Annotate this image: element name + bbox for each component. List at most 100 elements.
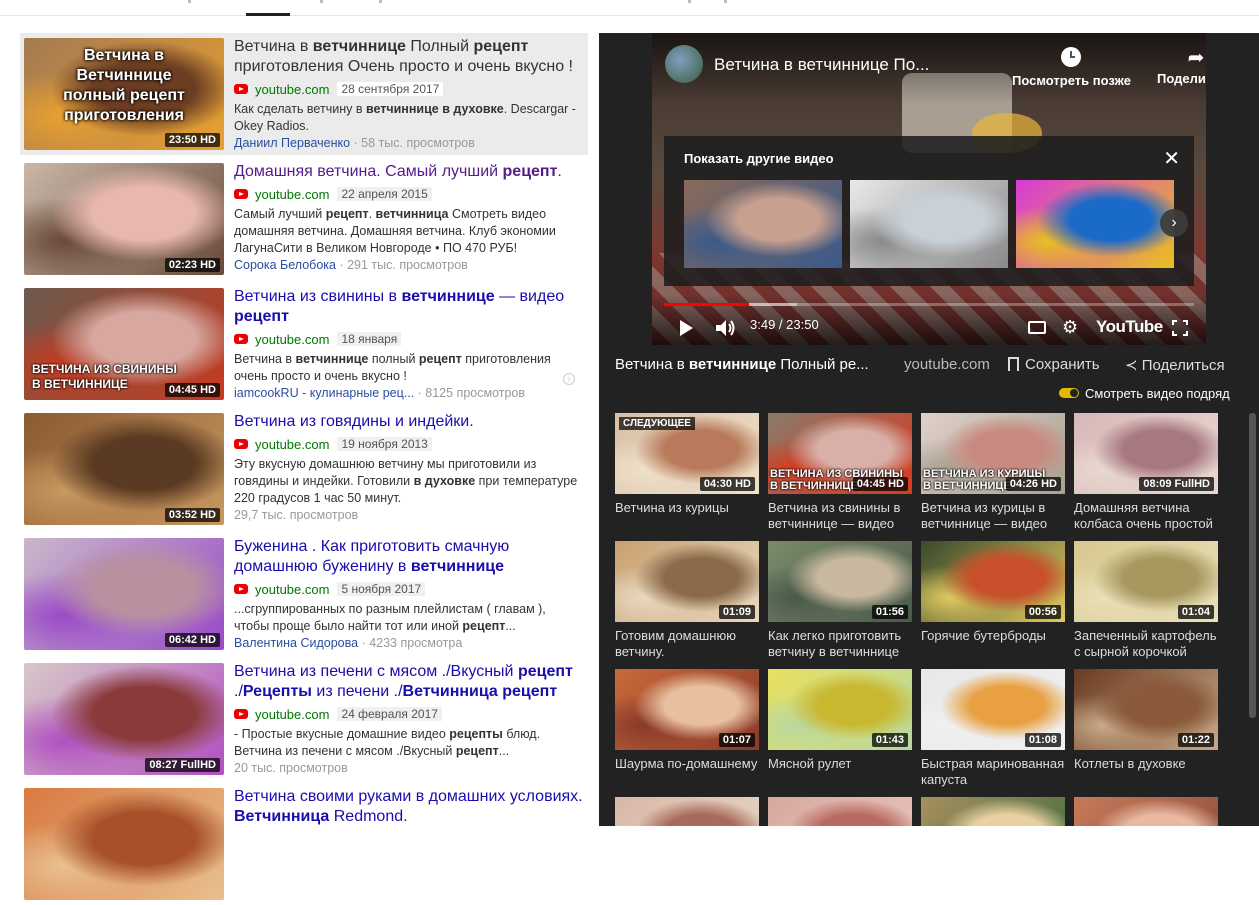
related-title[interactable]: Горячие бутерброды [921, 628, 1065, 644]
result-title-link[interactable]: Ветчина из печени с мясом ./Вкусный реце… [234, 662, 584, 702]
related-thumbnail[interactable]: 01:56 [768, 541, 912, 622]
search-result[interactable]: Ветчина своими руками в домашних условия… [20, 783, 588, 905]
source-link[interactable]: youtube.com [255, 187, 329, 202]
related-video[interactable]: 01:08 Быстрая маринованная капуста [921, 669, 1065, 788]
related-video[interactable]: 01:43 Мясной рулет [768, 669, 912, 772]
related-video[interactable]: ВЕТЧИНА ИЗ КУРИЦЫ В ВЕТЧИННИЦЕ 04:26 HD Ве… [921, 413, 1065, 532]
related-thumbnail[interactable] [615, 797, 759, 826]
result-title-link[interactable]: Ветчина из свинины в ветчиннице — видео … [234, 287, 584, 327]
video-thumbnail[interactable]: 08:27 FullHD [24, 663, 224, 775]
video-source[interactable]: youtube.com [904, 356, 990, 373]
related-thumbnail[interactable]: 01:07 [615, 669, 759, 750]
related-title[interactable]: Ветчина из курицы в ветчиннице — видео [921, 500, 1065, 532]
suggested-video-thumbnail[interactable] [684, 180, 842, 268]
video-title[interactable]: Ветчина в ветчиннице Полный ре... [615, 356, 869, 373]
volume-icon[interactable] [716, 319, 736, 337]
tab-stub[interactable] [188, 0, 191, 3]
watch-later-button[interactable]: Посмотреть позже [1012, 45, 1131, 88]
video-thumbnail[interactable]: ВЕТЧИНА ИЗ СВИНИНЫ В ВЕТЧИННИЦЕ 04:45 HD [24, 288, 224, 400]
close-icon[interactable]: ✕ [1163, 146, 1180, 171]
result-title-link[interactable]: Ветчина своими руками в домашних условия… [234, 787, 584, 827]
share-button[interactable]: ➦ Поделиться [1157, 45, 1206, 86]
play-icon[interactable] [680, 320, 693, 336]
related-video[interactable]: 01:56 Как легко приготовить ветчину в вет… [768, 541, 912, 660]
info-icon[interactable]: i [563, 373, 575, 385]
related-thumbnail[interactable]: 01:22 [1074, 669, 1218, 750]
result-title-link[interactable]: Буженина . Как приготовить смачную домаш… [234, 537, 584, 577]
author-link[interactable]: Сорока Белобока [234, 258, 336, 272]
search-result[interactable]: 03:52 HD Ветчина из говядины и индейки. yo… [20, 408, 588, 530]
related-video[interactable]: 01:07 Шаурма по-домашнему [615, 669, 759, 772]
related-video[interactable] [768, 797, 912, 826]
autoplay-toggle[interactable]: Смотреть видео подряд [1059, 386, 1230, 401]
tab-stub[interactable] [379, 0, 382, 3]
tab-stub[interactable] [688, 0, 691, 3]
related-thumbnail[interactable]: 01:08 [921, 669, 1065, 750]
related-title[interactable]: Запеченный картофель с сырной корочкой [1074, 628, 1218, 660]
related-video[interactable]: 01:09 Готовим домашнюю ветчину. [615, 541, 759, 660]
related-video[interactable]: 08:09 FullHD Домашняя ветчина колбаса оче… [1074, 413, 1218, 532]
search-result[interactable]: 06:42 HD Буженина . Как приготовить смачн… [20, 533, 588, 655]
save-button[interactable]: Сохранить [1008, 356, 1100, 373]
subtitles-icon[interactable] [1028, 321, 1046, 334]
related-title[interactable]: Быстрая маринованная капуста [921, 756, 1065, 788]
related-title[interactable]: Мясной рулет [768, 756, 912, 772]
search-result[interactable]: ВЕТЧИНА ИЗ СВИНИНЫ В ВЕТЧИННИЦЕ 04:45 HD В… [20, 283, 588, 405]
suggested-video-thumbnail[interactable] [850, 180, 1008, 268]
related-video[interactable] [1074, 797, 1218, 826]
video-thumbnail[interactable]: Ветчина в Ветчиннице полный рецепт приго… [24, 38, 224, 150]
progress-bar[interactable] [664, 303, 1194, 306]
video-thumbnail[interactable] [24, 788, 224, 900]
video-thumbnail[interactable]: 02:23 HD [24, 163, 224, 275]
source-link[interactable]: youtube.com [255, 82, 329, 97]
result-title-link[interactable]: Домашняя ветчина. Самый лучший рецепт. [234, 162, 584, 182]
suggested-video-thumbnail[interactable] [1016, 180, 1174, 268]
related-thumbnail[interactable]: 01:09 [615, 541, 759, 622]
share-link-button[interactable]: ≺ Поделиться [1125, 356, 1225, 374]
search-result[interactable]: Ветчина в Ветчиннице полный рецепт приго… [20, 33, 588, 155]
gear-icon[interactable]: ⚙ [1062, 317, 1078, 338]
tab-stub[interactable] [724, 0, 727, 3]
related-thumbnail[interactable]: ВЕТЧИНА ИЗ СВИНИНЫ В ВЕТЧИННИЦЕ 04:45 HD [768, 413, 912, 494]
related-thumbnail[interactable] [1074, 797, 1218, 826]
tab-stub[interactable] [320, 0, 323, 3]
related-title[interactable]: Котлеты в духовке [1074, 756, 1218, 772]
related-title[interactable]: Ветчина из курицы [615, 500, 759, 516]
source-link[interactable]: youtube.com [255, 582, 329, 597]
related-title[interactable]: Готовим домашнюю ветчину. [615, 628, 759, 660]
related-thumbnail[interactable]: СЛЕДУЮЩЕЕ 04:30 HD [615, 413, 759, 494]
related-video[interactable]: 01:22 Котлеты в духовке [1074, 669, 1218, 772]
source-link[interactable]: youtube.com [255, 437, 329, 452]
chevron-right-icon[interactable]: › [1160, 209, 1188, 237]
related-thumbnail[interactable]: 00:56 [921, 541, 1065, 622]
author-link[interactable]: Даниил Перваченко [234, 136, 350, 150]
related-video[interactable]: ВЕТЧИНА ИЗ СВИНИНЫ В ВЕТЧИННИЦЕ 04:45 HD В… [768, 413, 912, 532]
result-title-link[interactable]: Ветчина в ветчиннице Полный рецепт приго… [234, 37, 584, 77]
related-thumbnail[interactable]: ВЕТЧИНА ИЗ КУРИЦЫ В ВЕТЧИННИЦЕ 04:26 HD [921, 413, 1065, 494]
related-video[interactable] [615, 797, 759, 826]
related-title[interactable]: Как легко приготовить ветчину в ветчинни… [768, 628, 912, 660]
related-video[interactable]: ВЕТЧИНА ИЗ... [921, 797, 1065, 826]
author-link[interactable]: Валентина Сидорова [234, 636, 358, 650]
player-title[interactable]: Ветчина в ветчиннице По... [714, 55, 929, 75]
video-thumbnail[interactable]: 06:42 HD [24, 538, 224, 650]
source-link[interactable]: youtube.com [255, 332, 329, 347]
related-thumbnail[interactable]: 01:43 [768, 669, 912, 750]
channel-avatar[interactable] [665, 45, 703, 83]
related-video[interactable]: СЛЕДУЮЩЕЕ 04:30 HD Ветчина из курицы [615, 413, 759, 516]
search-result[interactable]: 02:23 HD Домашняя ветчина. Самый лучший р… [20, 158, 588, 280]
fullscreen-icon[interactable] [1172, 320, 1188, 336]
related-thumbnail[interactable] [768, 797, 912, 826]
scrollbar[interactable] [1249, 413, 1256, 718]
author-link[interactable]: iamcookRU - кулинарные рец... [234, 386, 414, 400]
video-player[interactable]: Ветчина в ветчиннице По... Посмотреть по… [652, 33, 1206, 345]
related-thumbnail[interactable]: 08:09 FullHD [1074, 413, 1218, 494]
related-title[interactable]: Шаурма по-домашнему [615, 756, 759, 772]
result-title-link[interactable]: Ветчина из говядины и индейки. [234, 412, 584, 432]
related-video[interactable]: 01:04 Запеченный картофель с сырной короч… [1074, 541, 1218, 660]
related-thumbnail[interactable]: 01:04 [1074, 541, 1218, 622]
youtube-logo[interactable]: YouTube [1096, 317, 1163, 337]
video-thumbnail[interactable]: 03:52 HD [24, 413, 224, 525]
related-thumbnail[interactable]: ВЕТЧИНА ИЗ... [921, 797, 1065, 826]
search-result[interactable]: 08:27 FullHD Ветчина из печени с мясом ./… [20, 658, 588, 780]
